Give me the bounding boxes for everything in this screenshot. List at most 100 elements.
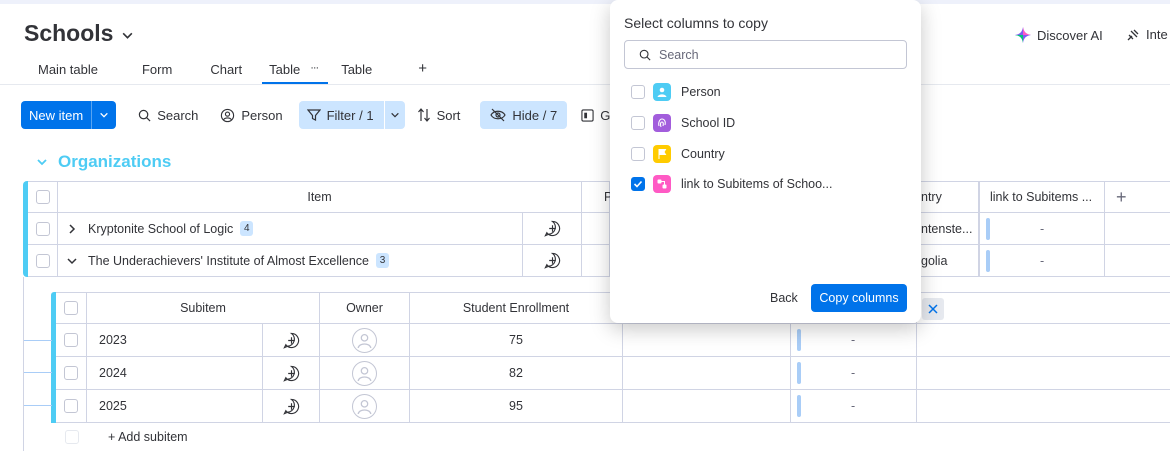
back-button[interactable]: Back — [770, 291, 798, 305]
chevron-down-icon[interactable] — [36, 156, 48, 168]
item-name[interactable]: The Underachievers' Institute of Almost … — [88, 254, 369, 268]
column-option-person[interactable]: Person — [631, 83, 721, 101]
column-header-country[interactable]: ntry — [921, 182, 979, 213]
empty-avatar[interactable] — [352, 393, 377, 419]
enrollment-cell[interactable]: 95 — [410, 390, 623, 423]
subitem-link-cell[interactable]: - — [791, 324, 917, 357]
group-name[interactable]: Organizations — [58, 152, 171, 172]
owner-cell[interactable] — [320, 357, 410, 390]
table-cell[interactable] — [623, 357, 791, 390]
add-column-button[interactable]: + — [1105, 182, 1170, 213]
group-header[interactable]: Organizations — [36, 152, 171, 172]
subitem-row[interactable]: 2025 — [87, 390, 262, 423]
popup-title: Select columns to copy — [624, 15, 768, 31]
new-item-button[interactable]: New item — [21, 101, 117, 129]
column-option-country[interactable]: Country — [631, 145, 725, 163]
country-cell[interactable]: ntenste... — [921, 213, 979, 245]
row-checkbox[interactable] — [35, 253, 50, 268]
subitem-count-badge[interactable]: 3 — [376, 253, 389, 268]
item-name[interactable]: Kryptonite School of Logic — [88, 222, 233, 236]
link-cell[interactable]: - — [979, 245, 1105, 277]
subitem-select-all-checkbox[interactable] — [64, 301, 78, 315]
country-cell[interactable]: golia — [921, 245, 979, 277]
subitem-name[interactable]: 2024 — [99, 366, 127, 380]
clear-filter-chip[interactable] — [922, 298, 944, 320]
enrollment-cell[interactable]: 82 — [410, 357, 623, 390]
empty-avatar[interactable] — [352, 327, 377, 353]
subitem-name[interactable]: 2023 — [99, 333, 127, 347]
owner-cell[interactable] — [320, 390, 410, 423]
empty-avatar[interactable] — [352, 360, 377, 386]
new-item-label[interactable]: New item — [21, 101, 93, 129]
column-header-link[interactable]: link to Subitems ... — [979, 182, 1105, 213]
subitem-updates-cell[interactable] — [262, 324, 320, 357]
hide-button[interactable]: Hide / 7 — [480, 101, 568, 129]
subitem-link-cell[interactable]: - — [791, 390, 917, 423]
person-filter-button[interactable]: Person — [212, 101, 290, 129]
table-cell[interactable] — [623, 324, 791, 357]
search-button[interactable]: Search — [130, 101, 206, 129]
chevron-right-icon[interactable] — [66, 223, 78, 235]
owner-cell[interactable] — [320, 324, 410, 357]
subitem-checkbox[interactable] — [64, 399, 78, 413]
popup-search-input[interactable] — [659, 47, 899, 62]
integrations-icon — [1127, 29, 1139, 40]
table-cell[interactable] — [623, 390, 791, 423]
table-row[interactable]: Kryptonite School of Logic 4 — [58, 213, 522, 245]
updates-cell[interactable] — [522, 245, 582, 277]
empty-cell — [1105, 245, 1170, 277]
subitem-row[interactable]: 2024 — [87, 357, 262, 390]
subitem-link-cell[interactable]: - — [791, 357, 917, 390]
subitem-row[interactable]: 2023 — [87, 324, 262, 357]
column-header-owner[interactable]: Owner — [320, 293, 410, 324]
chevron-down-icon[interactable] — [121, 29, 134, 42]
option-checkbox[interactable] — [631, 85, 645, 99]
filter-dropdown[interactable] — [384, 101, 405, 129]
add-view-button[interactable]: + — [386, 58, 441, 84]
table-cell[interactable] — [582, 245, 610, 277]
subitem-updates-cell[interactable] — [262, 390, 320, 423]
tab-more-icon[interactable]: ··· — [310, 62, 319, 82]
empty-cell — [917, 324, 1170, 357]
new-item-dropdown[interactable] — [92, 101, 116, 129]
person-placeholder-icon — [357, 399, 372, 414]
option-checkbox[interactable] — [631, 116, 645, 130]
updates-cell[interactable] — [522, 213, 582, 245]
option-checkbox[interactable] — [631, 147, 645, 161]
copy-columns-button[interactable]: Copy columns — [811, 284, 907, 312]
option-checkbox-checked[interactable] — [631, 177, 645, 191]
column-header-item[interactable]: Item — [58, 182, 582, 213]
tab-table-active[interactable]: Table ··· — [262, 58, 329, 84]
subitem-updates-cell[interactable] — [262, 357, 320, 390]
select-all-checkbox[interactable] — [35, 190, 50, 204]
column-header-enrollment[interactable]: Student Enrollment — [410, 293, 623, 324]
subitem-name[interactable]: 2025 — [99, 399, 127, 413]
integrate-button[interactable]: Inte — [1126, 27, 1168, 42]
board-title[interactable]: Schools — [24, 20, 134, 47]
sort-button[interactable]: Sort — [409, 101, 469, 129]
tab-form[interactable]: Form — [112, 58, 186, 84]
tab-chart[interactable]: Chart — [186, 58, 256, 84]
chevron-down-icon — [390, 112, 399, 118]
link-cell[interactable]: - — [979, 213, 1105, 245]
tab-table[interactable]: Table — [328, 58, 386, 84]
subitem-checkbox[interactable] — [64, 366, 78, 380]
column-option-link-subitems[interactable]: link to Subitems of Schoo... — [631, 175, 832, 193]
row-checkbox[interactable] — [35, 221, 50, 236]
tab-main-table[interactable]: Main table — [24, 58, 112, 84]
subitem-count-badge[interactable]: 4 — [240, 221, 254, 236]
table-row[interactable]: The Underachievers' Institute of Almost … — [58, 245, 522, 277]
person-icon — [653, 83, 671, 101]
enrollment-cell[interactable]: 75 — [410, 324, 623, 357]
column-header-partial[interactable]: P — [582, 182, 612, 213]
column-option-school-id[interactable]: School ID — [631, 114, 735, 132]
popup-search-box[interactable] — [624, 40, 907, 69]
subitem-checkbox[interactable] — [64, 333, 78, 347]
copy-columns-popup: Select columns to copy Person School ID … — [610, 0, 921, 323]
column-header-subitem[interactable]: Subitem — [87, 293, 320, 324]
filter-button[interactable]: Filter / 1 — [298, 101, 384, 129]
add-subitem-button[interactable]: + Add subitem — [108, 423, 308, 451]
chevron-down-icon[interactable] — [66, 255, 78, 267]
discover-ai-button[interactable]: Discover AI — [1015, 27, 1103, 43]
table-cell[interactable] — [582, 213, 610, 245]
